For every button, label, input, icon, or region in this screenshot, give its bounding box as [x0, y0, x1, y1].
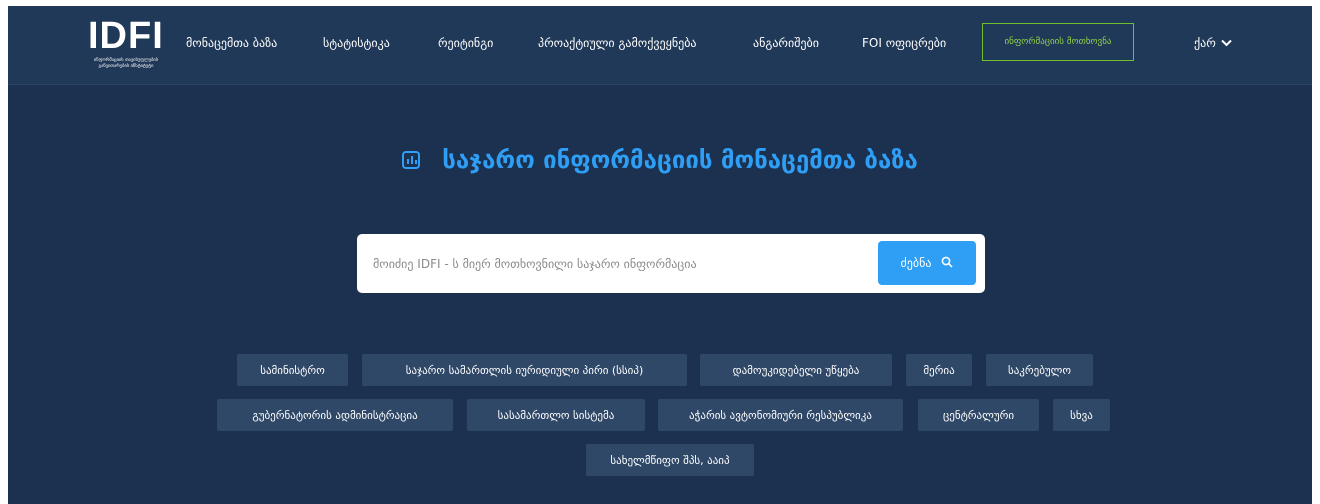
- nav-item-foi-officers[interactable]: FOI ოფიცრები: [862, 36, 946, 50]
- logo-mark: IDFI: [88, 15, 164, 57]
- page-frame: IDFI ინფორმაციის თავისუფლების განვითარებ…: [8, 6, 1312, 504]
- tag-governor-administration[interactable]: გუბერნატორის ადმინისტრაცია: [217, 399, 453, 431]
- logo-subtitle: ინფორმაციის თავისუფლების განვითარების ინ…: [93, 58, 159, 69]
- hero-title-row: საჯარო ინფორმაციის მონაცემთა ბაზა: [8, 146, 1312, 174]
- tag-city-hall[interactable]: მერია: [906, 354, 972, 386]
- tag-legal-entity-public-law[interactable]: საჯარო სამართლის იურიდიული პირი (სსიპ): [362, 354, 687, 386]
- tag-central[interactable]: ცენტრალური: [918, 399, 1039, 431]
- chart-icon: [402, 151, 421, 169]
- page-title: საჯარო ინფორმაციის მონაცემთა ბაზა: [442, 146, 918, 174]
- tag-court-system[interactable]: სასამართლო სისტემა: [467, 399, 645, 431]
- request-information-button[interactable]: ინფორმაციის მოთხოვნა: [982, 23, 1134, 61]
- chevron-down-icon: [1221, 36, 1232, 50]
- idfi-logo[interactable]: IDFI ინფორმაციის თავისუფლების განვითარებ…: [84, 14, 168, 78]
- tag-city-council[interactable]: საკრებულო: [986, 354, 1093, 386]
- tag-independent-agency[interactable]: დამოუკიდებელი უწყება: [700, 354, 892, 386]
- tag-other[interactable]: სხვა: [1053, 399, 1110, 431]
- language-label: ქარ: [1194, 36, 1216, 50]
- navbar: IDFI ინფორმაციის თავისუფლების განვითარებ…: [8, 6, 1312, 85]
- search-icon: [941, 256, 954, 271]
- nav-item-proactive[interactable]: პროაქტიული გამოქვეყნება: [538, 36, 697, 50]
- tag-adjara-autonomous-republic[interactable]: აჭარის ავტონომიური რესპუბლიკა: [658, 399, 903, 431]
- search-input[interactable]: [371, 248, 875, 280]
- tag-state-llc-nnle[interactable]: სახელმწიფო შპს, ააიპ: [586, 444, 754, 476]
- search-button[interactable]: ძებნა: [878, 241, 976, 285]
- nav-item-rating[interactable]: რეიტინგი: [438, 36, 493, 50]
- nav-item-database[interactable]: მონაცემთა ბაზა: [186, 36, 277, 50]
- language-selector[interactable]: ქარ: [1194, 36, 1232, 50]
- nav-item-statistics[interactable]: სტატისტიკა: [323, 36, 390, 50]
- tag-ministry[interactable]: სამინისტრო: [237, 354, 348, 386]
- nav-item-reports[interactable]: ანგარიშები: [753, 36, 819, 50]
- search-button-label: ძებნა: [900, 256, 932, 270]
- search-box: ძებნა: [357, 234, 985, 293]
